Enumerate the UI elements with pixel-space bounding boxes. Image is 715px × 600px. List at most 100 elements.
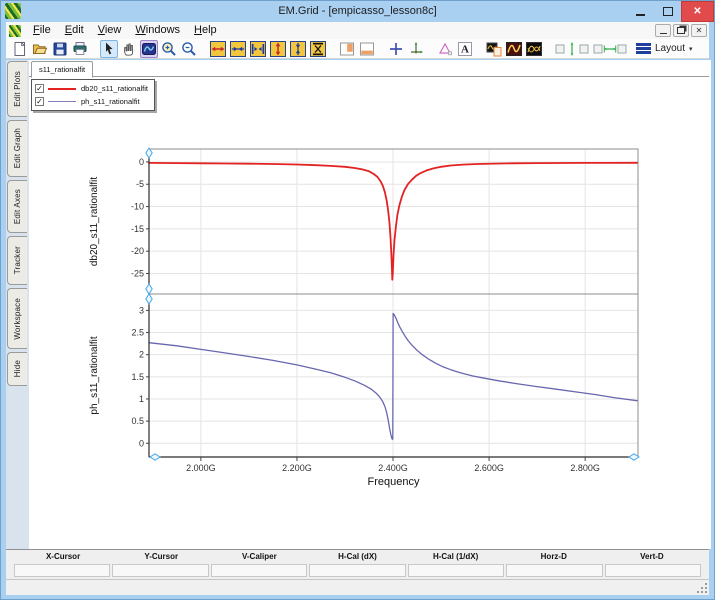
menu-windows[interactable]: Windows: [128, 22, 187, 39]
layout-menu-button[interactable]: Layout ▾: [636, 43, 693, 54]
document-area: s11_rationalfit ✓ db20_s11_rationalfit ✓ ph…: [29, 60, 711, 549]
sidebar-tab-label: Workspace: [13, 297, 22, 340]
expand-x-icon[interactable]: [209, 40, 227, 58]
sidebar-tab-edit-plots[interactable]: Edit Plots: [7, 61, 27, 117]
status-bar: [6, 579, 709, 595]
align-vertical-icon[interactable]: [554, 40, 590, 58]
mdi-close-button[interactable]: ✕: [691, 24, 707, 37]
sidebar-tab-edit-graph[interactable]: Edit Graph: [7, 120, 27, 177]
shrink-x-icon[interactable]: [229, 40, 247, 58]
zoom-window-icon[interactable]: [140, 39, 158, 58]
legend-line-sample: [48, 87, 76, 90]
cursor-header-h-cal-1-dx-: H-Cal (1/dX): [432, 552, 479, 561]
open-file-icon[interactable]: [31, 40, 49, 58]
shrink-y-icon[interactable]: [289, 40, 307, 58]
fit-y-icon[interactable]: [309, 40, 327, 58]
menu-view[interactable]: View: [91, 22, 129, 39]
new-document-icon[interactable]: [11, 40, 29, 58]
x-tick-label: 2.600G: [474, 463, 504, 473]
y-tick-label: -5: [136, 179, 144, 189]
legend-line-sample: [48, 101, 76, 102]
y-tick-label: 0.5: [131, 416, 144, 426]
axis-handle[interactable]: [145, 283, 153, 295]
cursor-header-x-cursor: X-Cursor: [45, 552, 81, 561]
sidebar-tab-hide[interactable]: Hide: [7, 352, 27, 386]
delta-marker-icon[interactable]: [436, 40, 454, 58]
text-label-icon[interactable]: A: [456, 40, 474, 58]
cursor-value-cell: [407, 564, 505, 577]
x-tick-label: 2.000G: [186, 463, 216, 473]
y-tick-label: 1: [139, 394, 144, 404]
y-tick-label: 1.5: [131, 372, 144, 382]
plot-style-black-icon[interactable]: [525, 40, 543, 58]
resize-grip[interactable]: [697, 583, 708, 594]
layout-icon: [636, 43, 651, 54]
menu-edit[interactable]: Edit: [58, 22, 91, 39]
cursor-value-cell: [112, 564, 209, 577]
sidebar-tab-label: Hide: [13, 360, 22, 378]
x-tick-label: 2.800G: [570, 463, 600, 473]
sidebar-tab-label: Edit Graph: [13, 128, 22, 169]
page-row-icon[interactable]: [358, 40, 376, 58]
menu-help[interactable]: Help: [187, 22, 224, 39]
workspace-area: Edit Plots Edit Graph Edit Axes Tracker Work…: [6, 60, 711, 549]
y-tick-label: 0: [139, 438, 144, 448]
sidebar-tab-workspace[interactable]: Workspace: [7, 288, 27, 349]
legend-checkbox[interactable]: ✓: [35, 97, 44, 106]
copy-plot-icon[interactable]: [485, 40, 503, 58]
plot-style-dark-icon[interactable]: [505, 40, 523, 58]
plot-legend: ✓ db20_s11_rationalfit ✓ ph_s11_rationalfit: [31, 79, 155, 111]
close-button[interactable]: ✕: [681, 1, 714, 22]
y-tick-label: 0: [139, 157, 144, 167]
cursor-header-vert-d: Vert-D: [640, 552, 664, 561]
chevron-down-icon: ▾: [689, 45, 693, 53]
cursor-value-cell: [14, 564, 111, 577]
y-tick-label: -10: [131, 202, 144, 212]
select-arrow-icon[interactable]: [100, 39, 118, 58]
axes-tool-icon[interactable]: [407, 40, 425, 58]
axis-handle[interactable]: [145, 293, 153, 305]
expand-y-icon[interactable]: [269, 40, 287, 58]
save-icon[interactable]: [51, 40, 69, 58]
print-icon[interactable]: [71, 40, 89, 58]
x-tick-label: 2.200G: [282, 463, 312, 473]
cursor-header-horz-d: Horz-D: [540, 552, 567, 561]
axis-handle[interactable]: [149, 453, 161, 461]
cursor-value-cell: [210, 564, 308, 577]
legend-checkbox[interactable]: ✓: [35, 84, 44, 93]
sidebar-tab-label: Edit Axes: [13, 188, 22, 225]
cursor-header-h-cal-dx-: H-Cal (dX): [338, 552, 377, 561]
maximize-button[interactable]: [654, 1, 681, 22]
add-marker-icon[interactable]: [387, 40, 405, 58]
align-horizontal-icon[interactable]: [592, 40, 628, 58]
mdi-restore-icon: [677, 27, 685, 34]
y-tick-label: -20: [131, 246, 144, 256]
sidebar-tab-label: Tracker: [13, 246, 22, 275]
mdi-minimize-button[interactable]: [655, 24, 671, 37]
legend-label: ph_s11_rationalfit: [81, 97, 140, 106]
y-tick-label: -15: [131, 224, 144, 234]
y-tick-label: -25: [131, 268, 144, 278]
mdi-restore-button[interactable]: [673, 24, 689, 37]
x-axis-title: Frequency: [368, 476, 420, 488]
zoom-in-icon[interactable]: [160, 40, 178, 58]
pan-hand-icon[interactable]: [120, 40, 138, 58]
sidebar-tab-tracker[interactable]: Tracker: [7, 236, 27, 285]
document-logo-icon: [9, 24, 21, 37]
mdi-minimize-icon: [659, 32, 667, 34]
zoom-out-icon[interactable]: [180, 40, 198, 58]
sidebar-tab-edit-axes[interactable]: Edit Axes: [7, 180, 27, 233]
window-title: EM.Grid - [empicasso_lesson8c]: [278, 5, 437, 17]
plot-area[interactable]: 0 -5 -10 -15 -20 -25 3 2.5 2 1.5 1 0.5 0 2.000G 2.200G…: [29, 60, 711, 533]
minimize-icon: [636, 13, 645, 16]
cursor-header-y-cursor: Y-Cursor: [144, 552, 179, 561]
page-column-icon[interactable]: [338, 40, 356, 58]
x-tick-label: 2.400G: [378, 463, 408, 473]
minimize-button[interactable]: [627, 1, 654, 22]
menu-file[interactable]: File: [26, 22, 58, 39]
fit-x-icon[interactable]: [249, 40, 267, 58]
y-tick-label: 2.5: [131, 328, 144, 338]
close-icon: ✕: [693, 6, 702, 17]
layout-label: Layout: [655, 43, 686, 54]
cursor-value-cell: [309, 564, 406, 577]
